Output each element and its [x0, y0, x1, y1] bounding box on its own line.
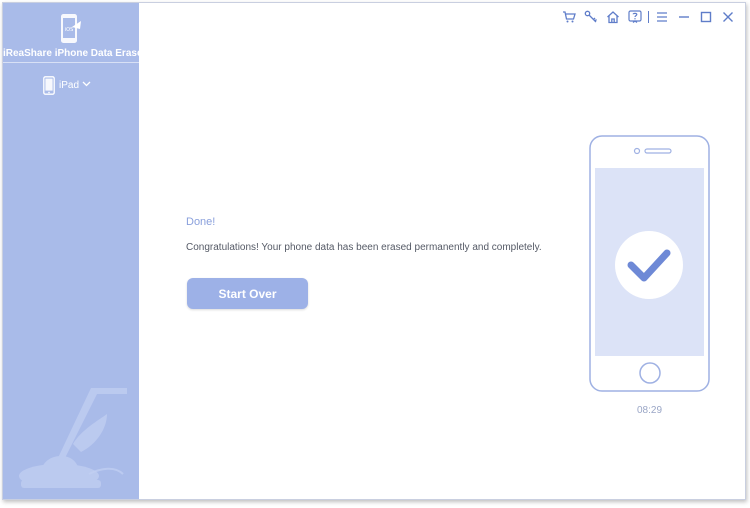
start-over-button[interactable]: Start Over	[187, 278, 308, 309]
titlebar-controls	[558, 7, 739, 27]
device-name: iPad	[59, 79, 80, 91]
menu-icon	[657, 12, 667, 22]
completion-message: Congratulations! Your phone data has bee…	[186, 242, 542, 253]
svg-text:iOS: iOS	[65, 27, 74, 33]
phone-illustration-icon	[589, 135, 710, 392]
device-selector[interactable]: iPad	[43, 73, 91, 97]
chevron-down-icon	[82, 81, 91, 86]
sidebar-divider	[3, 62, 139, 63]
sidebar: iOS iReaShare iPhone Data Eraser iPad	[3, 3, 147, 499]
help-icon	[628, 10, 642, 23]
app-logo-icon: iOS	[61, 14, 81, 43]
close-icon	[723, 12, 733, 22]
menu-button[interactable]	[651, 8, 673, 26]
close-button[interactable]	[717, 8, 739, 26]
home-icon	[607, 11, 619, 24]
phone-time: 08:29	[636, 405, 663, 416]
register-button[interactable]	[580, 8, 602, 26]
eraser-illustration-icon	[19, 388, 127, 488]
ipad-icon	[43, 75, 55, 95]
help-button[interactable]	[624, 8, 646, 26]
maximize-button[interactable]	[695, 8, 717, 26]
status-label: Done!	[186, 216, 216, 228]
home-button[interactable]	[602, 8, 624, 26]
titlebar-separator	[648, 11, 649, 23]
app-window: iOS iReaShare iPhone Data Eraser iPad Do…	[2, 2, 746, 500]
cart-icon	[563, 11, 576, 23]
app-title: iReaShare iPhone Data Eraser	[3, 48, 147, 59]
minimize-button[interactable]	[673, 8, 695, 26]
maximize-icon	[700, 11, 712, 23]
key-icon	[584, 10, 597, 23]
minimize-icon	[679, 16, 689, 18]
cart-button[interactable]	[558, 8, 580, 26]
